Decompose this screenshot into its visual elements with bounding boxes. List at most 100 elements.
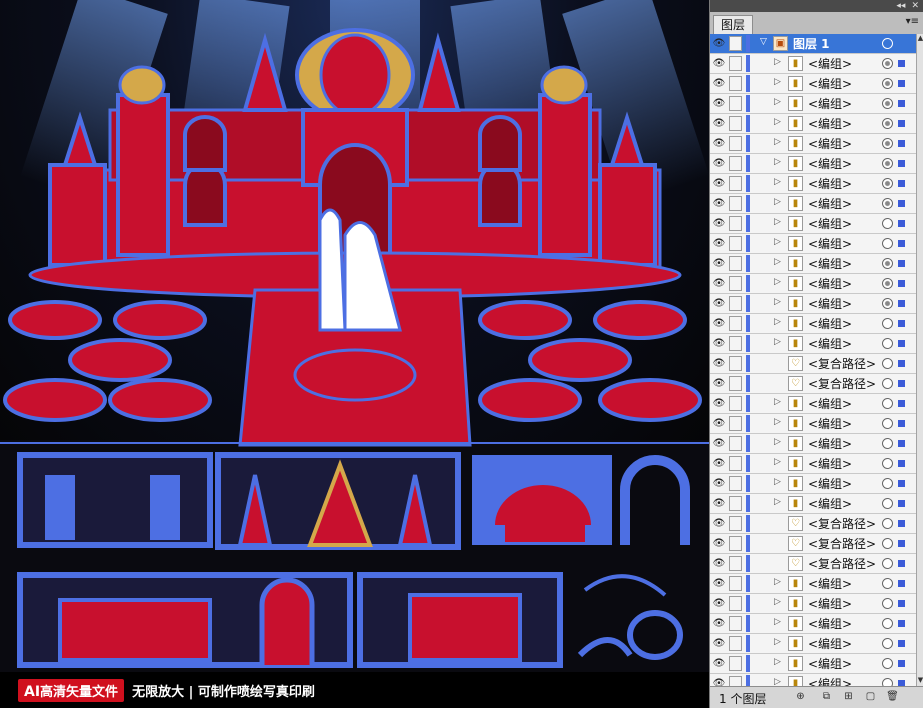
target-circle-icon[interactable] [882, 598, 893, 609]
layer-row[interactable]: 👁 ▷ ▮ <编组> [710, 234, 916, 254]
layer-name[interactable]: <复合路径> [808, 516, 876, 532]
layer-name[interactable]: <编组> [808, 76, 852, 92]
layer-row[interactable]: 👁 ♡ <复合路径> [710, 534, 916, 554]
eye-icon[interactable]: 👁 [712, 316, 726, 331]
lock-toggle[interactable] [729, 376, 742, 391]
layer-name[interactable]: <编组> [808, 476, 852, 492]
eye-icon[interactable]: 👁 [712, 116, 726, 131]
chevron-right-icon[interactable]: ▷ [774, 637, 781, 647]
target-circle-icon[interactable] [882, 178, 893, 189]
lock-toggle[interactable] [729, 636, 742, 651]
lock-toggle[interactable] [729, 556, 742, 571]
target-circle-icon[interactable] [882, 98, 893, 109]
layer-row[interactable]: 👁 ▷ ▮ <编组> [710, 334, 916, 354]
chevron-right-icon[interactable]: ▷ [774, 437, 781, 447]
layer-row[interactable]: 👁 ▷ ▮ <编组> [710, 154, 916, 174]
layer-row[interactable]: 👁 ▷ ▮ <编组> [710, 94, 916, 114]
chevron-right-icon[interactable]: ▷ [774, 97, 781, 107]
target-circle-icon[interactable] [882, 378, 893, 389]
arch-element-2[interactable] [215, 452, 461, 550]
eye-icon[interactable]: 👁 [712, 436, 726, 451]
layer-name[interactable]: <编组> [808, 96, 852, 112]
target-circle-icon[interactable] [882, 258, 893, 269]
layer-row[interactable]: 👁 ♡ <复合路径> [710, 374, 916, 394]
layer-row[interactable]: 👁 ▷ ▮ <编组> [710, 434, 916, 454]
target-circle-icon[interactable] [882, 138, 893, 149]
chevron-right-icon[interactable]: ▷ [774, 177, 781, 187]
eye-icon[interactable]: 👁 [712, 576, 726, 591]
layer-name[interactable]: <编组> [808, 56, 852, 72]
layer-row[interactable]: 👁 ▷ ▮ <编组> [710, 74, 916, 94]
layer-name[interactable]: <编组> [808, 336, 852, 352]
layer-name[interactable]: <编组> [808, 116, 852, 132]
lock-toggle[interactable] [729, 156, 742, 171]
layer-row[interactable]: 👁 ▷ ▮ <编组> [710, 454, 916, 474]
layer-name[interactable]: <编组> [808, 636, 852, 652]
arch-element-1[interactable] [17, 452, 213, 548]
lock-toggle[interactable] [729, 536, 742, 551]
chevron-right-icon[interactable]: ▷ [774, 157, 781, 167]
eye-icon[interactable]: 👁 [712, 296, 726, 311]
target-circle-icon[interactable] [882, 638, 893, 649]
chevron-right-icon[interactable]: ▷ [774, 117, 781, 127]
target-circle-icon[interactable] [882, 318, 893, 329]
eye-icon[interactable]: 👁 [712, 76, 726, 91]
lock-toggle[interactable] [729, 336, 742, 351]
layer-name[interactable]: <编组> [808, 596, 852, 612]
target-circle-icon[interactable] [882, 518, 893, 529]
new-layer-icon[interactable]: ▢ [864, 691, 877, 703]
chevron-right-icon[interactable]: ▷ [774, 337, 781, 347]
target-circle-icon[interactable] [882, 118, 893, 129]
layer-row[interactable]: 👁 ▷ ▮ <编组> [710, 414, 916, 434]
target-circle-icon[interactable] [882, 358, 893, 369]
layer-name[interactable]: <编组> [808, 136, 852, 152]
castle-element-1[interactable] [17, 572, 353, 668]
panel-menu-icon[interactable]: ▾≡ [906, 16, 919, 27]
lock-toggle[interactable] [729, 116, 742, 131]
guest-tables-left[interactable] [3, 300, 212, 422]
eye-icon[interactable]: 👁 [712, 616, 726, 631]
castle-element-2[interactable] [357, 572, 563, 668]
lock-toggle[interactable] [729, 236, 742, 251]
lock-toggle[interactable] [729, 36, 742, 51]
new-sublayer-icon[interactable]: ⊞ [842, 691, 855, 703]
target-circle-icon[interactable] [882, 418, 893, 429]
layer-name[interactable]: <编组> [808, 396, 852, 412]
layers-panel[interactable]: ◂◂ ✕ 图层 ▾≡ 👁 ▽ ▣ 图层 1 👁 ▷ ▮ <编组> 👁 ▷ ▮ <编组> 👁 ▷ ▮ <… [709, 0, 923, 708]
chevron-right-icon[interactable]: ▷ [774, 577, 781, 587]
layer-row[interactable]: 👁 ▷ ▮ <编组> [710, 614, 916, 634]
layer-row[interactable]: 👁 ♡ <复合路径> [710, 514, 916, 534]
layer-name[interactable]: <编组> [808, 496, 852, 512]
layer-row[interactable]: 👁 ▷ ▮ <编组> [710, 394, 916, 414]
target-circle-icon[interactable] [882, 398, 893, 409]
layer-list[interactable]: 👁 ▽ ▣ 图层 1 👁 ▷ ▮ <编组> 👁 ▷ ▮ <编组> 👁 ▷ ▮ <编组> 👁 ▷ ▮ <编组> 👁… [710, 34, 916, 686]
layer-name[interactable]: <编组> [808, 276, 852, 292]
chevron-right-icon[interactable]: ▷ [774, 197, 781, 207]
target-circle-icon[interactable] [882, 678, 893, 686]
wedding-stage-artwork[interactable] [0, 0, 709, 672]
collapse-icon[interactable]: ◂◂ [896, 1, 905, 11]
chevron-right-icon[interactable]: ▷ [774, 597, 781, 607]
target-circle-icon[interactable] [882, 78, 893, 89]
scroll-down-icon[interactable]: ▼ [917, 676, 923, 686]
layer-row[interactable]: 👁 ▷ ▮ <编组> [710, 634, 916, 654]
eye-icon[interactable]: 👁 [712, 196, 726, 211]
layer-row[interactable]: 👁 ▷ ▮ <编组> [710, 134, 916, 154]
layer-row[interactable]: 👁 ▷ ▮ <编组> [710, 174, 916, 194]
clipping-mask-icon[interactable]: ⧉ [820, 691, 833, 703]
chevron-right-icon[interactable]: ▷ [774, 677, 781, 686]
chevron-right-icon[interactable]: ▷ [774, 477, 781, 487]
target-circle-icon[interactable] [882, 458, 893, 469]
chevron-right-icon[interactable]: ▷ [774, 657, 781, 667]
chevron-right-icon[interactable]: ▷ [774, 77, 781, 87]
layer-name[interactable]: <编组> [808, 296, 852, 312]
chevron-right-icon[interactable]: ▷ [774, 317, 781, 327]
lock-toggle[interactable] [729, 316, 742, 331]
eye-icon[interactable]: 👁 [712, 336, 726, 351]
target-circle-icon[interactable] [882, 658, 893, 669]
layer-row-top[interactable]: 👁 ▽ ▣ 图层 1 [710, 34, 916, 54]
scroll-up-icon[interactable]: ▲ [917, 34, 923, 44]
layer-row[interactable]: 👁 ▷ ▮ <编组> [710, 114, 916, 134]
lock-toggle[interactable] [729, 196, 742, 211]
lock-toggle[interactable] [729, 436, 742, 451]
